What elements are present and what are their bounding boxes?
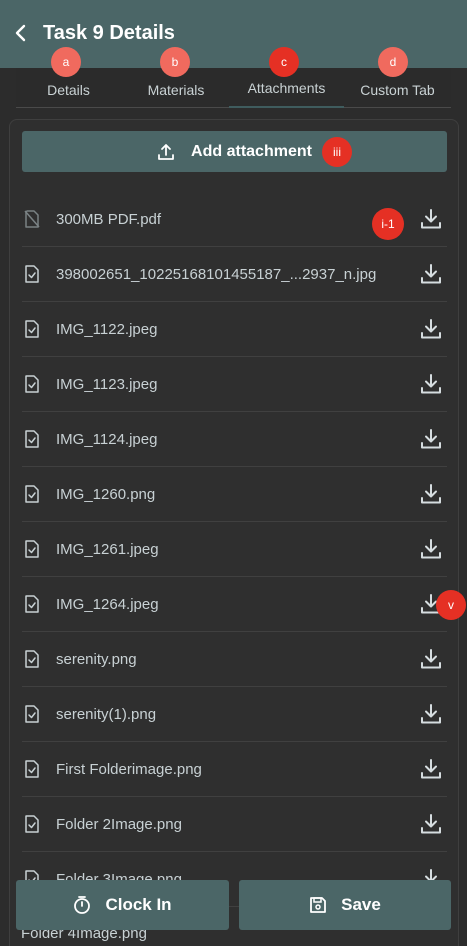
file-check-icon bbox=[24, 429, 42, 449]
marker-badge: a bbox=[51, 47, 81, 77]
file-check-icon bbox=[24, 759, 42, 779]
download-icon[interactable] bbox=[419, 427, 443, 451]
download-icon[interactable] bbox=[419, 702, 443, 726]
file-check-icon bbox=[24, 319, 42, 339]
tab-label: Attachments bbox=[247, 80, 326, 96]
file-name: 398002651_10225168101455187_...2937_n.jp… bbox=[56, 265, 377, 283]
marker-badge: iii bbox=[322, 137, 352, 167]
file-check-icon bbox=[24, 374, 42, 394]
file-name: IMG_1122.jpeg bbox=[56, 320, 158, 338]
list-item[interactable]: IMG_1264.jpeg bbox=[22, 577, 447, 632]
list-item[interactable]: serenity.png bbox=[22, 632, 447, 687]
file-name: Folder 2Image.png bbox=[56, 815, 182, 833]
marker-badge: b bbox=[160, 47, 190, 77]
download-icon[interactable] bbox=[419, 482, 443, 506]
file-check-icon bbox=[24, 704, 42, 724]
marker-badge: v bbox=[436, 590, 466, 620]
attachments-panel: Add attachment 300MB PDF.pdf 398002651_10… bbox=[9, 119, 459, 946]
download-icon[interactable] bbox=[419, 317, 443, 341]
list-item[interactable]: IMG_1124.jpeg bbox=[22, 412, 447, 467]
tab-label: Details bbox=[47, 82, 90, 98]
download-icon[interactable] bbox=[419, 647, 443, 671]
file-name: First Folderimage.png bbox=[56, 760, 202, 778]
list-item[interactable]: IMG_1261.jpeg bbox=[22, 522, 447, 577]
download-icon[interactable] bbox=[419, 372, 443, 396]
chevron-left-icon bbox=[15, 24, 26, 42]
list-item[interactable]: IMG_1123.jpeg bbox=[22, 357, 447, 412]
tab-label: Materials bbox=[147, 82, 205, 98]
download-icon[interactable] bbox=[419, 537, 443, 561]
file-check-icon bbox=[24, 484, 42, 504]
list-item[interactable]: IMG_1122.jpeg bbox=[22, 302, 447, 357]
save-button[interactable]: Save bbox=[239, 880, 451, 930]
marker-badge: d bbox=[378, 47, 408, 77]
clock-in-label: Clock In bbox=[105, 895, 172, 914]
page-title: Task 9 Details bbox=[43, 22, 175, 44]
file-check-icon bbox=[24, 539, 42, 559]
tab-label: Custom Tab bbox=[360, 82, 435, 98]
list-item[interactable]: serenity(1).png bbox=[22, 687, 447, 742]
stopwatch-icon bbox=[74, 896, 91, 914]
download-icon[interactable] bbox=[419, 812, 443, 836]
file-off-icon bbox=[24, 209, 42, 229]
file-name: IMG_1123.jpeg bbox=[56, 375, 158, 393]
file-name: IMG_1264.jpeg bbox=[56, 595, 159, 613]
file-name: serenity.png bbox=[56, 650, 137, 668]
file-name: IMG_1261.jpeg bbox=[56, 540, 159, 558]
add-attachment-button[interactable]: Add attachment bbox=[22, 131, 447, 172]
back-button[interactable] bbox=[10, 20, 32, 46]
clock-in-button[interactable]: Clock In bbox=[16, 880, 229, 930]
download-icon[interactable] bbox=[419, 262, 443, 286]
file-name: IMG_1124.jpeg bbox=[56, 430, 158, 448]
save-label: Save bbox=[341, 895, 381, 914]
marker-badge: i-1 bbox=[372, 208, 404, 240]
list-item[interactable]: IMG_1260.png bbox=[22, 467, 447, 522]
upload-icon bbox=[158, 143, 174, 160]
download-icon[interactable] bbox=[419, 207, 443, 231]
file-check-icon bbox=[24, 594, 42, 614]
marker-badge: c bbox=[269, 47, 299, 77]
file-check-icon bbox=[24, 814, 42, 834]
file-name: 300MB PDF.pdf bbox=[56, 210, 162, 228]
add-attachment-label: Add attachment bbox=[191, 142, 312, 160]
download-icon[interactable] bbox=[419, 757, 443, 781]
file-check-icon bbox=[24, 264, 42, 284]
file-check-icon bbox=[24, 649, 42, 669]
file-name: IMG_1260.png bbox=[56, 485, 156, 503]
file-name: serenity(1).png bbox=[56, 705, 157, 723]
floppy-disk-icon bbox=[310, 897, 327, 913]
list-item[interactable]: First Folderimage.png bbox=[22, 742, 447, 797]
footer-bar: Clock In Save bbox=[0, 872, 467, 946]
list-item[interactable]: Folder 2Image.png bbox=[22, 797, 447, 852]
list-item[interactable]: 398002651_10225168101455187_...2937_n.jp… bbox=[22, 247, 447, 302]
